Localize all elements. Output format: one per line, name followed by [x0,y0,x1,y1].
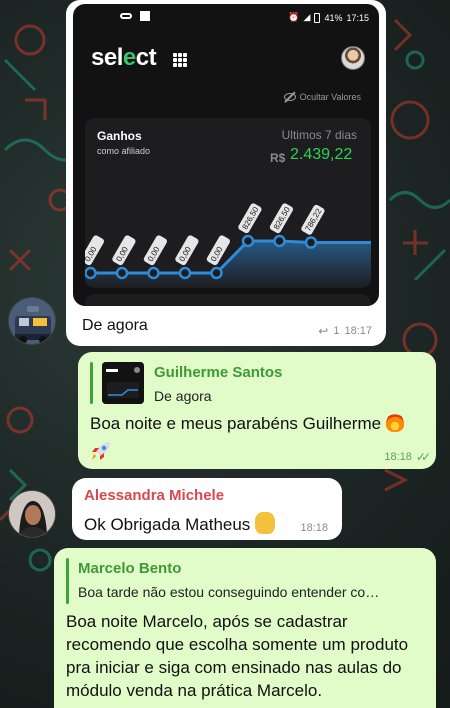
app-logo: select [91,44,157,71]
screenshot-image[interactable]: ⏰ ◢ 41% 17:15 select Ocultar Valores Gan… [73,4,379,306]
chart-point [210,266,223,280]
chart-data-label: 826,50 [238,203,262,234]
quote-thumbnail [102,362,144,404]
message-outgoing-bubble[interactable]: Marcelo Bento Boa tarde não estou conseg… [54,548,436,708]
app-user-avatar [341,46,365,70]
phone-status-bar: ⏰ ◢ 41% 17:15 [73,4,379,30]
avatar[interactable] [8,490,56,538]
battery-icon [314,12,321,23]
message-time: 18:17 [344,325,372,337]
message-text: Ok Obrigada Matheus [84,512,276,535]
thumbs-up-emoji [255,512,276,534]
fire-emoji [385,412,404,432]
chart-data-label: 0,00 [175,235,199,266]
earnings-chart: 0,00 0,00 0,00 0,00 0,00826,50 826,50 786,22 [85,203,371,288]
chart-data-label: 0,00 [112,235,136,266]
message-text: Boa noite e meus parabéns Guilherme [90,412,430,436]
chart-point [85,266,97,280]
quote-bar [90,362,93,404]
voicemail-icon [120,13,132,19]
chart-point [304,236,318,249]
reply-count: 1 [333,325,340,337]
alarm-icon: ⏰ [288,12,300,22]
secondary-card [85,294,371,306]
chart-point [241,234,255,248]
quote-author: Guilherme Santos [154,364,283,381]
message-time: 18:18 [300,522,328,534]
chart-data-label: 786,22 [301,204,325,235]
quote-bar [66,558,69,604]
phone-time: 17:15 [346,12,369,23]
notification-icon [140,11,150,21]
quote-text: Boa tarde não estou conseguindo entender… [78,584,380,600]
message-meta: 18:18 ✓✓ [384,450,431,464]
chart-point [115,266,129,280]
message-text: De agora [82,317,148,334]
eye-off-icon [283,93,296,101]
chart-point [147,266,160,280]
message-meta: ↩ 1 18:17 [318,324,372,338]
reply-icon[interactable]: ↩ [318,324,328,338]
message-incoming-bubble[interactable]: Alessandra Michele Ok Obrigada Matheus 1… [72,478,342,540]
chart-point [178,266,192,280]
message-time: 18:18 [384,451,412,463]
chart-data-label: 0,00 [85,235,104,266]
battery-level: 41% [324,12,343,23]
avatar[interactable] [8,297,56,345]
rocket-emoji [92,442,110,460]
quote-author: Marcelo Bento [78,560,182,577]
hide-values-toggle: Ocultar Valores [283,92,361,102]
message-author[interactable]: Alessandra Michele [84,487,224,504]
double-check-icon: ✓✓ [415,450,431,464]
quote-text: De agora [154,388,212,404]
chart-point [273,234,286,248]
chart-data-label: 826,50 [269,203,293,234]
message-outgoing-bubble[interactable]: Guilherme Santos De agora Boa noite e me… [78,352,436,469]
chart-data-label: 0,00 [143,235,167,266]
signal-icon: ◢ [303,12,311,22]
message-screenshot-bubble[interactable]: ⏰ ◢ 41% 17:15 select Ocultar Valores Gan… [66,0,386,346]
message-text: Boa noite Marcelo, após se cadastrar rec… [66,612,409,700]
grid-icon [173,53,187,67]
earnings-card: Ganhos como afiliado Ultimos 7 dias R$ 2… [85,118,371,288]
